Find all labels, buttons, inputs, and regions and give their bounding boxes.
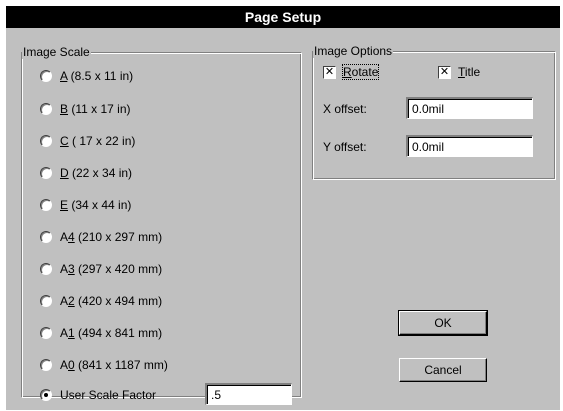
y-offset-input[interactable]: 0.0mil	[406, 135, 533, 157]
radio-scale-c[interactable]: C ( 17 x 22 in)	[40, 133, 135, 149]
radio-label: A0 (841 x 1187 mm)	[60, 358, 168, 372]
radio-label: A1 (494 x 841 mm)	[60, 326, 163, 340]
radio-button[interactable]	[40, 231, 52, 243]
ok-button[interactable]: OK	[398, 310, 488, 336]
radio-scale-b[interactable]: B (11 x 17 in)	[40, 101, 131, 117]
radio-button-selected[interactable]	[40, 389, 52, 401]
radio-label: C ( 17 x 22 in)	[60, 134, 136, 148]
radio-scale-a2[interactable]: A2 (420 x 494 mm)	[40, 293, 162, 309]
radio-scale-d[interactable]: D (22 x 34 in)	[40, 165, 132, 181]
radio-label: A2 (420 x 494 mm)	[60, 294, 163, 308]
radio-scale-e[interactable]: E (34 x 44 in)	[40, 197, 131, 213]
image-scale-group: Image Scale A (8.5 x 11 in) B (11 x 17 i…	[21, 45, 302, 405]
radio-button[interactable]	[40, 199, 52, 211]
radio-scale-a[interactable]: A (8.5 x 11 in)	[40, 68, 133, 84]
rotate-checkbox[interactable]	[323, 65, 336, 79]
dialog-title: Page Setup	[6, 6, 560, 28]
user-scale-factor-input[interactable]: .5	[205, 383, 292, 405]
cancel-button[interactable]: Cancel	[399, 358, 487, 382]
image-options-group: Image Options Rotate Title X offset: 0.0…	[312, 44, 556, 180]
rotate-label: Rotate	[341, 64, 380, 80]
radio-button[interactable]	[40, 327, 52, 339]
radio-button[interactable]	[40, 263, 52, 275]
radio-button[interactable]	[40, 359, 52, 371]
image-options-group-label: Image Options	[313, 44, 394, 58]
radio-label: D (22 x 34 in)	[60, 166, 133, 180]
y-offset-label: Y offset:	[323, 140, 367, 154]
radio-label: B (11 x 17 in)	[60, 102, 131, 116]
radio-label: E (34 x 44 in)	[60, 198, 132, 212]
page-setup-dialog: Page Setup Image Scale A (8.5 x 11 in) B…	[6, 6, 560, 410]
radio-button[interactable]	[40, 70, 52, 82]
radio-label: A (8.5 x 11 in)	[60, 69, 134, 83]
title-label: Title	[458, 65, 481, 79]
radio-label: User Scale Factor	[60, 388, 157, 402]
radio-button[interactable]	[40, 135, 52, 147]
x-offset-label: X offset:	[323, 102, 367, 116]
x-offset-input[interactable]: 0.0mil	[406, 97, 533, 119]
radio-scale-a4[interactable]: A4 (210 x 297 mm)	[40, 229, 162, 245]
title-checkbox-row[interactable]: Title	[438, 64, 480, 80]
radio-scale-a3[interactable]: A3 (297 x 420 mm)	[40, 261, 162, 277]
radio-label: A3 (297 x 420 mm)	[60, 262, 163, 276]
radio-scale-a1[interactable]: A1 (494 x 841 mm)	[40, 325, 162, 341]
radio-user-scale-factor[interactable]: User Scale Factor	[40, 387, 156, 403]
title-checkbox[interactable]	[438, 65, 451, 79]
rotate-checkbox-row[interactable]: Rotate	[323, 64, 380, 80]
radio-button[interactable]	[40, 295, 52, 307]
radio-button[interactable]	[40, 103, 52, 115]
radio-scale-a0[interactable]: A0 (841 x 1187 mm)	[40, 357, 168, 373]
radio-button[interactable]	[40, 167, 52, 179]
radio-label: A4 (210 x 297 mm)	[60, 230, 163, 244]
image-scale-group-label: Image Scale	[22, 45, 91, 59]
